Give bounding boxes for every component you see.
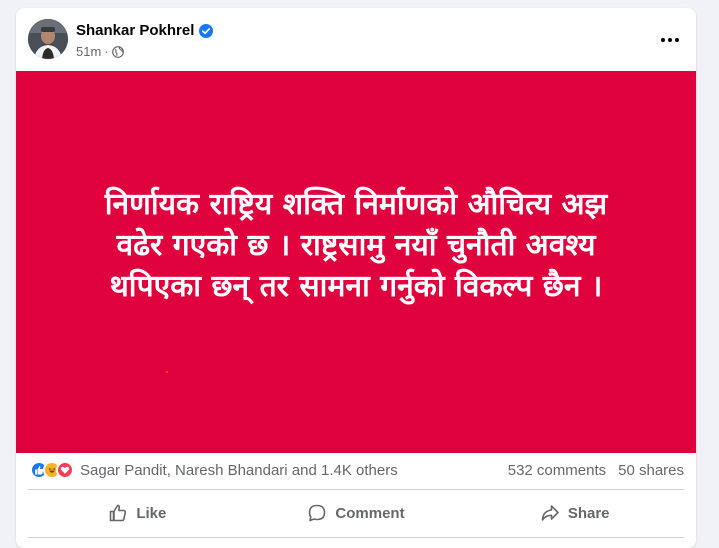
author-avatar[interactable] (28, 19, 68, 59)
actions-divider (28, 537, 684, 538)
more-options-button[interactable] (652, 22, 688, 58)
post-text-line-2: वढेर गएको छ । राष्ट्रसामु नयाँ चुनौती अव… (116, 227, 596, 263)
post-card: Shankar Pokhrel 51m · निर्णायक राष्ट्रिय… (16, 8, 696, 548)
share-label: Share (567, 504, 610, 522)
globe-icon[interactable] (111, 45, 124, 58)
author-line: Shankar Pokhrel (76, 22, 214, 39)
post-header: Shankar Pokhrel 51m · (16, 8, 696, 71)
share-arrow-icon (541, 505, 559, 521)
post-image-text: निर्णायक राष्ट्रिय शक्ति निर्माणको औचित्… (66, 184, 646, 307)
post-text-line-3: थपिएका छन् तर सामना गर्नुको विकल्प छैन । (109, 268, 603, 304)
shares-count[interactable]: 50 shares (618, 462, 684, 479)
stats-divider (28, 489, 684, 490)
meta-separator: · (104, 44, 109, 59)
love-reaction-icon (56, 461, 74, 479)
comment-icon (309, 504, 326, 522)
post-meta: 51m · (76, 44, 124, 59)
ellipsis-icon (661, 38, 679, 42)
comment-label: Comment (335, 504, 405, 522)
reaction-icons[interactable] (30, 461, 74, 479)
post-image[interactable]: निर्णायक राष्ट्रिय शक्ति निर्माणको औचित्… (16, 71, 696, 453)
verified-badge-icon (199, 23, 214, 38)
like-label: Like (136, 504, 167, 522)
author-name[interactable]: Shankar Pokhrel (76, 22, 194, 39)
like-button[interactable]: Like (28, 491, 247, 535)
post-time[interactable]: 51m (76, 44, 101, 59)
image-speck (166, 371, 168, 373)
post-text-line-1: निर्णायक राष्ट्रिय शक्ति निर्माणको औचित्… (104, 186, 608, 222)
thumbs-up-icon (110, 504, 127, 522)
reactors-text[interactable]: Sagar Pandit, Naresh Bhandari and 1.4K o… (80, 462, 398, 479)
comments-count[interactable]: 532 comments (508, 462, 606, 479)
action-bar: Like Comment Share (28, 491, 684, 535)
post-stats: Sagar Pandit, Naresh Bhandari and 1.4K o… (16, 453, 696, 487)
share-button[interactable]: Share (465, 491, 684, 535)
avatar-image (28, 19, 68, 59)
stats-counts: 532 comments 50 shares (508, 462, 684, 479)
comment-button[interactable]: Comment (247, 491, 466, 535)
